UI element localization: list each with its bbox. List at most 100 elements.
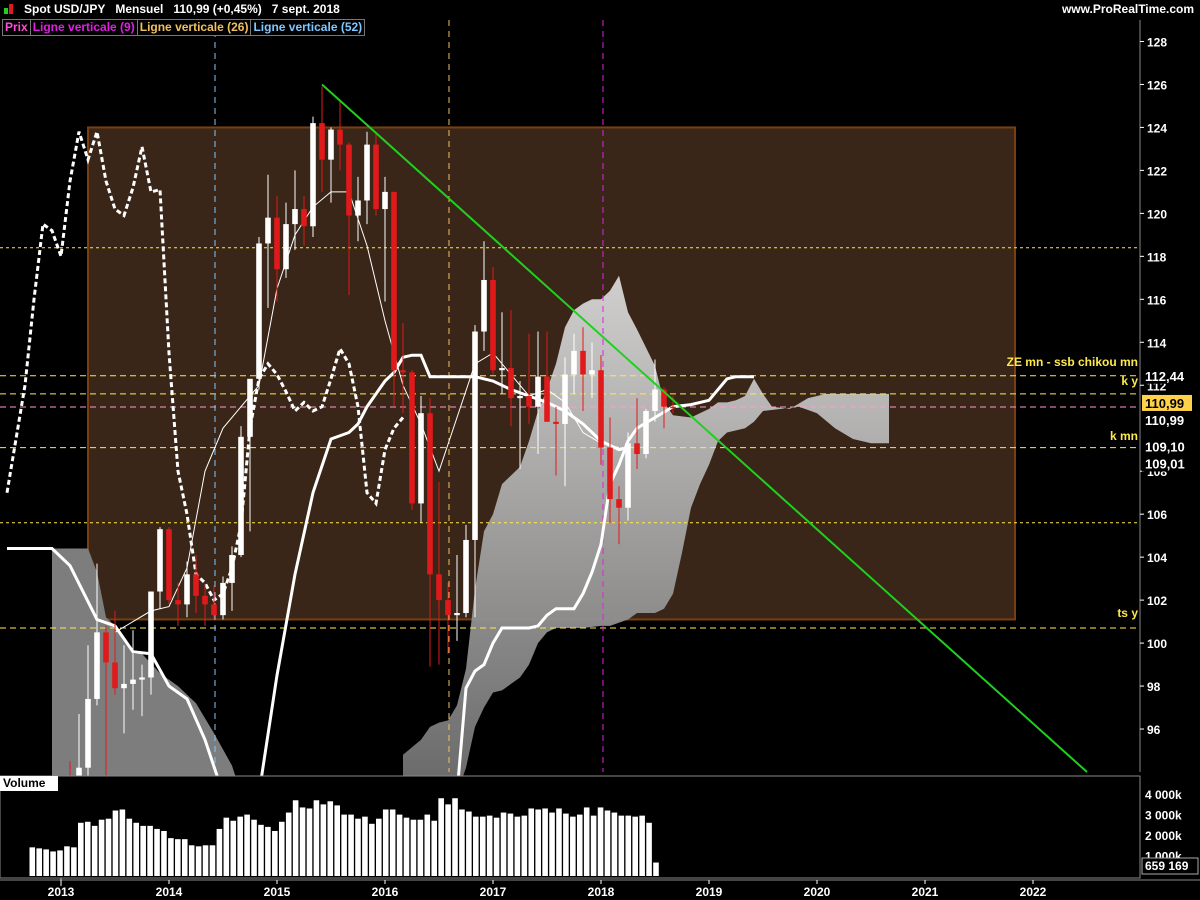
time-tick-label: 2014	[156, 885, 183, 899]
candle-body	[436, 574, 442, 601]
volume-bar	[265, 826, 271, 876]
volume-bar	[486, 815, 493, 876]
volume-bar	[389, 809, 396, 876]
volume-bar	[355, 818, 361, 876]
candle-body	[256, 243, 262, 379]
volume-bar	[29, 847, 36, 876]
candle-body	[346, 144, 352, 216]
legend-item-vline-52[interactable]: Ligne verticale (52)	[251, 20, 364, 35]
volume-bar	[452, 798, 458, 876]
candle-body	[598, 370, 604, 448]
volume-bar	[251, 819, 257, 876]
candle-body	[634, 443, 640, 455]
price-tick-label: 96	[1147, 723, 1161, 737]
volume-bar	[583, 807, 590, 876]
volume-panel: 4 000k3 000k2 000k1 000k659 169	[0, 775, 1199, 879]
volume-bar	[154, 828, 160, 876]
price-chart[interactable]: 1281261241221201181161141121081061041021…	[0, 0, 1200, 900]
volume-tick-label: 4 000k	[1145, 788, 1182, 802]
price-tick-label: 124	[1147, 121, 1167, 135]
candle-body	[589, 370, 595, 375]
volume-tick-label: 2 000k	[1145, 829, 1182, 843]
volume-bar	[313, 800, 320, 876]
candle-body	[337, 129, 343, 145]
volume-bar	[611, 812, 618, 876]
volume-bar	[209, 845, 216, 876]
time-tick-label: 2016	[372, 885, 399, 899]
legend-item-vline-26[interactable]: Ligne verticale (26)	[138, 20, 252, 35]
volume-bar	[535, 809, 541, 876]
candle-body	[301, 209, 307, 227]
candle-body	[481, 279, 487, 332]
candle-body	[193, 574, 199, 596]
volume-bar	[646, 822, 652, 876]
legend-item-vline-9[interactable]: Ligne verticale (9)	[31, 20, 138, 35]
candle-body	[94, 632, 100, 699]
candle-body	[175, 600, 181, 605]
candle-body	[391, 191, 397, 371]
volume-bar	[348, 814, 354, 876]
symbol-name[interactable]: Spot USD/JPY	[24, 2, 105, 16]
candle-body	[247, 378, 253, 437]
volume-bar	[272, 830, 278, 876]
period-name[interactable]: Mensuel	[115, 2, 163, 16]
volume-bar	[230, 820, 237, 876]
volume-bar	[563, 813, 569, 876]
site-link[interactable]: www.ProRealTime.com	[1062, 2, 1194, 16]
time-tick-label: 2015	[264, 885, 291, 899]
price-label-last: 110,99	[1145, 396, 1184, 411]
price-tick-label: 102	[1147, 594, 1167, 608]
volume-bar	[473, 816, 479, 876]
candle-body	[328, 129, 334, 160]
time-axis[interactable]: 2013 2014 2015 2016 2017 2018 2019 2020 2021 2022	[0, 879, 1200, 899]
last-date: 7 sept. 2018	[271, 2, 340, 16]
volume-bar	[119, 809, 126, 876]
candle-body	[265, 217, 271, 244]
volume-bar	[500, 812, 507, 876]
price-tick-label: 104	[1147, 551, 1167, 565]
volume-bar	[320, 804, 327, 876]
price-tick-label: 116	[1147, 293, 1167, 307]
time-tick-label: 2018	[588, 885, 615, 899]
candle-body	[148, 591, 154, 678]
candle-body	[274, 217, 280, 270]
indicator-legend: Prix Ligne verticale (9) Ligne verticale…	[2, 19, 366, 36]
volume-bar	[216, 828, 223, 876]
legend-item-price[interactable]: Prix	[3, 20, 31, 35]
volume-bar	[341, 814, 347, 876]
volume-bar	[188, 845, 195, 876]
volume-bar	[278, 821, 285, 876]
candle-body	[544, 376, 550, 422]
volume-bar	[292, 800, 299, 876]
volume-bar	[244, 814, 250, 876]
price-axis[interactable]: 1281261241221201181161141121081061041021…	[1139, 20, 1192, 772]
volume-bar	[306, 808, 313, 876]
candle-body	[616, 499, 622, 508]
candle-body	[292, 209, 298, 225]
volume-bar	[133, 822, 140, 876]
volume-bar	[576, 814, 583, 876]
volume-bar	[84, 821, 91, 876]
candle-body	[166, 529, 172, 601]
volume-bar	[445, 804, 451, 876]
candle-body	[202, 595, 208, 605]
bars-icon	[4, 4, 14, 14]
price-label-109b: 109,01	[1145, 456, 1185, 471]
candle-body	[130, 679, 136, 684]
volume-last-label: 659 169	[1145, 859, 1189, 873]
candle-body	[526, 396, 532, 407]
candle-body	[562, 374, 568, 424]
volume-bar	[466, 811, 472, 876]
time-tick-label: 2022	[1020, 885, 1047, 899]
volume-bar	[299, 807, 306, 876]
candle-body	[238, 436, 244, 555]
volume-bar	[382, 809, 389, 876]
volume-bar	[459, 809, 465, 876]
volume-bar	[202, 845, 209, 876]
price-label-112: 112,44	[1145, 369, 1185, 384]
candle-body	[364, 144, 370, 201]
volume-bar	[223, 817, 230, 876]
volume-bar	[597, 807, 604, 876]
volume-bar	[57, 850, 63, 876]
candle-body	[472, 331, 478, 540]
